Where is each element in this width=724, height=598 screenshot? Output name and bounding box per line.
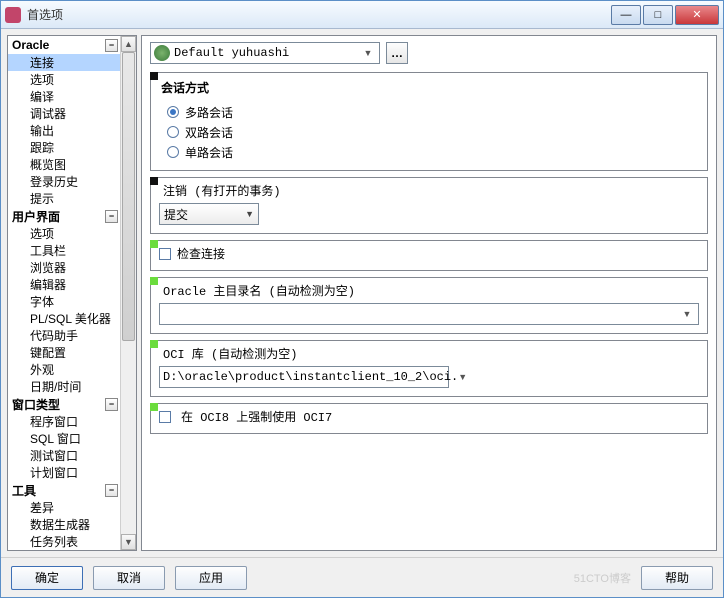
scroll-down-icon[interactable]: ▼ <box>121 534 136 550</box>
app-icon <box>5 7 21 23</box>
help-button[interactable]: 帮助 <box>641 566 713 590</box>
tree-item[interactable]: 任务列表 <box>8 533 120 550</box>
collapse-icon[interactable]: − <box>105 484 118 497</box>
apply-button[interactable]: 应用 <box>175 566 247 590</box>
session-radio[interactable] <box>167 106 179 118</box>
watermark: 51CTO博客 <box>574 570 631 586</box>
check-connection-checkbox[interactable] <box>159 248 171 260</box>
chevron-down-icon: ▼ <box>679 309 695 319</box>
profile-combo[interactable]: Default yuhuashi ▼ <box>150 42 380 64</box>
tree-item[interactable]: 连接 <box>8 54 120 71</box>
collapse-icon[interactable]: − <box>105 398 118 411</box>
logoff-label: 注销 (有打开的事务) <box>159 182 699 199</box>
oci-label: OCI 库 (自动检测为空) <box>159 345 699 362</box>
tree-category-label: 窗口类型 <box>12 396 60 413</box>
session-radio-label: 单路会话 <box>185 144 233 161</box>
tree-category[interactable]: 工具 − <box>8 481 120 499</box>
tree-item[interactable]: 字体 <box>8 293 120 310</box>
tree-item[interactable]: PL/SQL 美化器 <box>8 310 120 327</box>
ok-button[interactable]: 确定 <box>11 566 83 590</box>
tree-category[interactable]: 用户界面 − <box>8 207 120 225</box>
oracle-home-combo[interactable]: ▼ <box>159 303 699 325</box>
cancel-button[interactable]: 取消 <box>93 566 165 590</box>
settings-pane: Default yuhuashi ▼ … 会话方式 多路会话双路会话单路会话 注… <box>141 35 717 551</box>
tree-item[interactable]: 编辑器 <box>8 276 120 293</box>
chevron-down-icon: ▼ <box>458 372 467 382</box>
window-title: 首选项 <box>27 6 611 23</box>
tree-category-label: 工具 <box>12 482 36 499</box>
session-radio[interactable] <box>167 146 179 158</box>
tree-item[interactable]: 选项 <box>8 71 120 88</box>
chevron-down-icon: ▼ <box>360 48 376 58</box>
minimize-button[interactable]: — <box>611 5 641 25</box>
close-button[interactable]: ✕ <box>675 5 719 25</box>
force-oci7-panel: 在 OCI8 上强制使用 OCI7 <box>150 403 708 434</box>
scroll-thumb[interactable] <box>122 52 135 341</box>
tree-item[interactable]: 调试器 <box>8 105 120 122</box>
oci-value: D:\oracle\product\instantclient_10_2\oci… <box>163 370 458 384</box>
session-radio[interactable] <box>167 126 179 138</box>
oci-lib-panel: OCI 库 (自动检测为空) D:\oracle\product\instant… <box>150 340 708 397</box>
tree-item[interactable]: 工具栏 <box>8 242 120 259</box>
session-mode-title: 会话方式 <box>161 79 699 96</box>
tree-item[interactable]: 跟踪 <box>8 139 120 156</box>
tree-category[interactable]: Oracle − <box>8 36 120 54</box>
tree-item[interactable]: 外观 <box>8 361 120 378</box>
profile-more-button[interactable]: … <box>386 42 408 64</box>
collapse-icon[interactable]: − <box>105 39 118 52</box>
tree-category-label: 用户界面 <box>12 208 60 225</box>
tree-item[interactable]: 输出 <box>8 122 120 139</box>
logoff-select[interactable]: 提交 ▼ <box>159 203 259 225</box>
tree-item[interactable]: 浏览器 <box>8 259 120 276</box>
tree-item[interactable]: 选项 <box>8 225 120 242</box>
chevron-down-icon: ▼ <box>245 209 254 219</box>
tree-item[interactable]: 代码助手 <box>8 327 120 344</box>
tree-item[interactable]: 概览图 <box>8 156 120 173</box>
force-oci7-label: 在 OCI8 上强制使用 OCI7 <box>177 408 332 425</box>
tree-item[interactable]: 编译 <box>8 88 120 105</box>
oracle-home-panel: Oracle 主目录名 (自动检测为空) ▼ <box>150 277 708 334</box>
check-connection-panel: 检查连接 <box>150 240 708 271</box>
tree-item[interactable]: 差异 <box>8 499 120 516</box>
tree-item[interactable]: 提示 <box>8 190 120 207</box>
tree-item[interactable]: 日期/时间 <box>8 378 120 395</box>
dialog-footer: 确定 取消 应用 51CTO博客 帮助 <box>1 557 723 597</box>
oracle-home-label: Oracle 主目录名 (自动检测为空) <box>159 282 699 299</box>
logoff-panel: 注销 (有打开的事务) 提交 ▼ <box>150 177 708 234</box>
logoff-value: 提交 <box>164 206 188 223</box>
tree-item[interactable]: 键配置 <box>8 344 120 361</box>
collapse-icon[interactable]: − <box>105 210 118 223</box>
tree-item[interactable]: 登录历史 <box>8 173 120 190</box>
title-bar: 首选项 — □ ✕ <box>1 1 723 29</box>
tree-item[interactable]: 测试窗口 <box>8 447 120 464</box>
tree-scrollbar[interactable]: ▲ ▼ <box>120 36 136 550</box>
scroll-up-icon[interactable]: ▲ <box>121 36 136 52</box>
tree-item[interactable]: 计划窗口 <box>8 464 120 481</box>
tree-item[interactable]: SQL 窗口 <box>8 430 120 447</box>
maximize-button[interactable]: □ <box>643 5 673 25</box>
category-tree-pane: Oracle−连接选项编译调试器输出跟踪概览图登录历史提示用户界面−选项工具栏浏… <box>7 35 137 551</box>
profile-value: Default yuhuashi <box>174 46 289 60</box>
oci-combo[interactable]: D:\oracle\product\instantclient_10_2\oci… <box>159 366 449 388</box>
force-oci7-checkbox[interactable] <box>159 411 171 423</box>
tree-category[interactable]: 窗口类型 − <box>8 395 120 413</box>
tree-item[interactable]: 程序窗口 <box>8 413 120 430</box>
check-connection-label: 检查连接 <box>177 245 225 262</box>
tree-item[interactable]: 数据生成器 <box>8 516 120 533</box>
tree-category-label: Oracle <box>12 38 49 52</box>
profile-icon <box>154 45 170 61</box>
session-mode-panel: 会话方式 多路会话双路会话单路会话 <box>150 72 708 171</box>
session-radio-label: 双路会话 <box>185 124 233 141</box>
session-radio-label: 多路会话 <box>185 104 233 121</box>
